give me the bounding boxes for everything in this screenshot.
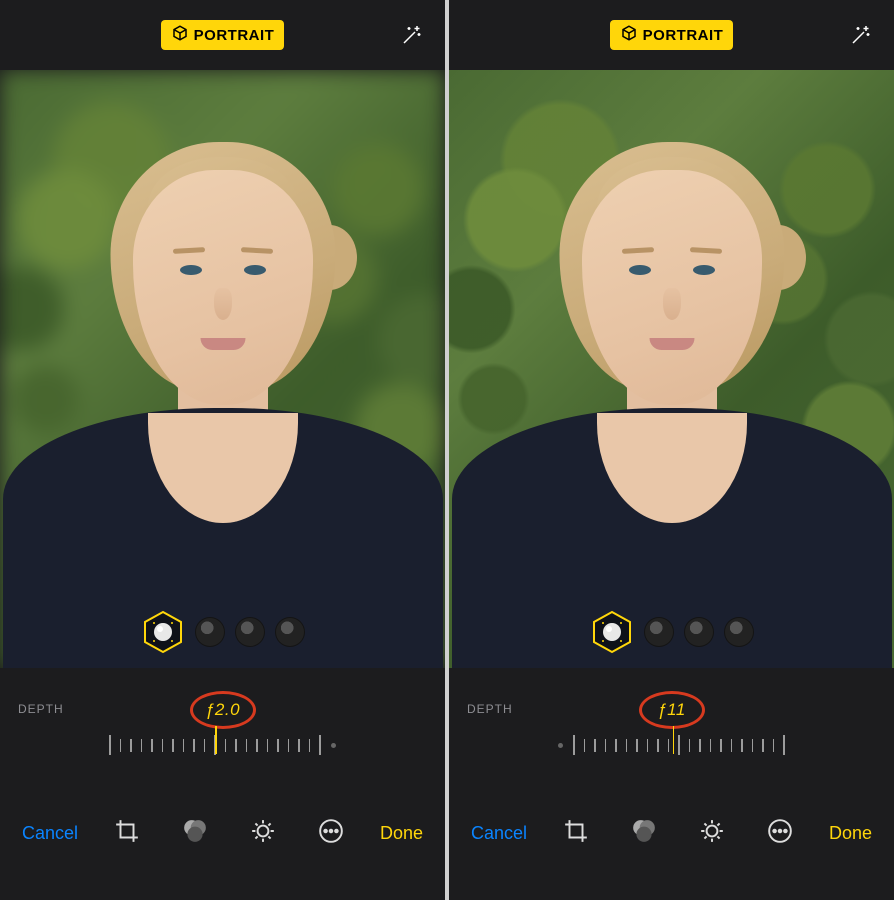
depth-control-area: DEPTH ƒ11 [449,668,894,803]
filters-icon [631,818,657,849]
depth-control-area: DEPTH ƒ2.0 [0,668,445,803]
lighting-option-3[interactable] [684,617,714,647]
crop-icon [114,818,140,849]
lighting-option-4[interactable] [275,617,305,647]
filters-icon [182,818,208,849]
done-button[interactable]: Done [825,817,876,850]
cancel-button[interactable]: Cancel [467,817,531,850]
done-button[interactable]: Done [376,817,427,850]
portrait-mode-badge[interactable]: PORTRAIT [610,20,734,50]
more-tool-button[interactable] [767,820,793,846]
auto-enhance-button[interactable] [395,22,427,54]
slider-indicator [215,726,217,754]
comparison-container: PORTRAIT [0,0,894,900]
adjust-icon [250,818,276,849]
photo-preview[interactable] [0,70,445,668]
bottom-toolbar: Cancel [449,803,894,863]
filters-tool-button[interactable] [631,820,657,846]
bottom-toolbar: Cancel [0,803,445,863]
lighting-option-natural-selected[interactable] [141,610,185,654]
slider-end-dot [331,743,336,748]
f-stop-value: ƒ11 [449,700,894,720]
phone-left: PORTRAIT [0,0,445,900]
photo-preview[interactable] [449,70,894,668]
portrait-lighting-selector [141,610,305,654]
crop-icon [563,818,589,849]
more-icon [318,818,344,849]
adjust-icon [699,818,725,849]
adjust-tool-button[interactable] [250,820,276,846]
lighting-option-3[interactable] [235,617,265,647]
auto-enhance-button[interactable] [844,22,876,54]
f-stop-value: ƒ2.0 [0,700,445,720]
lighting-option-4[interactable] [724,617,754,647]
phone-right: PORTRAIT [449,0,894,900]
portrait-lighting-selector [590,610,754,654]
magic-wand-icon [399,24,423,53]
adjust-tool-button[interactable] [699,820,725,846]
magic-wand-icon [848,24,872,53]
portrait-mode-badge[interactable]: PORTRAIT [161,20,285,50]
lighting-option-2[interactable] [644,617,674,647]
filters-tool-button[interactable] [182,820,208,846]
slider-start-dot [558,743,563,748]
lighting-option-2[interactable] [195,617,225,647]
more-icon [767,818,793,849]
portrait-badge-label: PORTRAIT [194,27,275,44]
cube-icon [171,24,189,46]
more-tool-button[interactable] [318,820,344,846]
top-bar: PORTRAIT [449,0,894,70]
portrait-badge-label: PORTRAIT [643,27,724,44]
crop-tool-button[interactable] [114,820,140,846]
cube-icon [620,24,638,46]
depth-slider[interactable] [449,730,894,760]
cancel-button[interactable]: Cancel [18,817,82,850]
crop-tool-button[interactable] [563,820,589,846]
lighting-option-natural-selected[interactable] [590,610,634,654]
slider-indicator [673,726,675,754]
top-bar: PORTRAIT [0,0,445,70]
depth-slider[interactable] [0,730,445,760]
